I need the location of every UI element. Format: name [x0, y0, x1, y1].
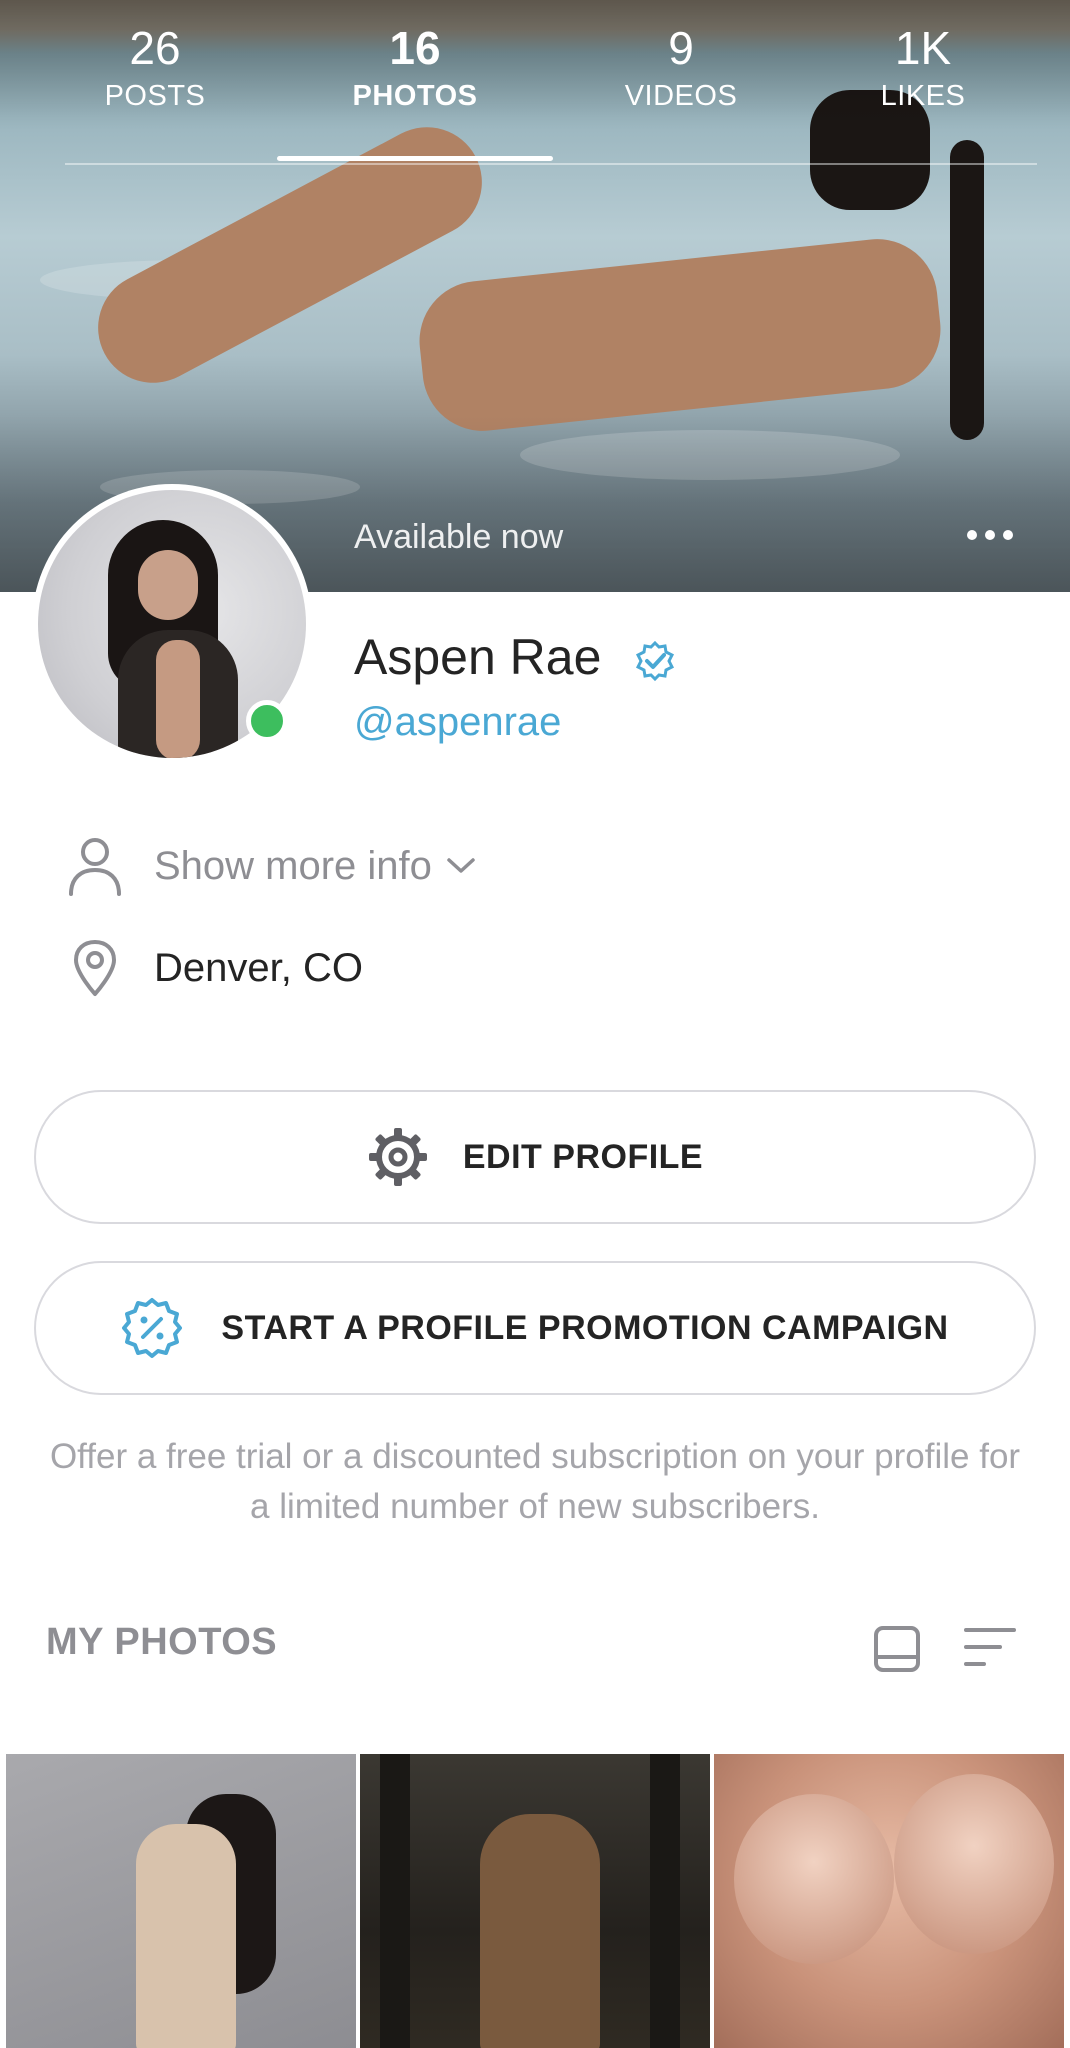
videos-label: VIDEOS	[624, 80, 738, 112]
posts-count: 26	[129, 22, 181, 74]
avatar-face	[138, 550, 198, 620]
thumbnail-figure	[136, 1824, 236, 2048]
availability-status: Available now	[354, 518, 564, 556]
sort-icon[interactable]	[962, 1622, 1018, 1672]
tab-videos[interactable]: 9 VIDEOS	[561, 20, 801, 114]
photo-thumbnail[interactable]	[360, 1754, 710, 2048]
tab-likes[interactable]: 1K LIKES	[803, 20, 1043, 114]
online-status-dot	[246, 700, 288, 742]
photo-thumbnail[interactable]	[6, 1754, 356, 2048]
grid-view-icon[interactable]	[872, 1624, 922, 1674]
tab-posts[interactable]: 26 POSTS	[35, 20, 275, 114]
tab-photos[interactable]: 16 PHOTOS	[295, 20, 535, 114]
location-row: Denver, CO	[62, 938, 363, 998]
active-tab-indicator	[277, 156, 553, 161]
likes-count: 1K	[894, 22, 952, 74]
gear-icon	[367, 1126, 429, 1188]
edit-profile-button[interactable]: EDIT PROFILE	[34, 1090, 1036, 1224]
promotion-campaign-button[interactable]: START A PROFILE PROMOTION CAMPAIGN	[34, 1261, 1036, 1395]
user-icon	[62, 836, 128, 896]
profile-handle[interactable]: @aspenrae	[354, 700, 561, 745]
thumbnail-shape	[894, 1774, 1054, 1954]
tabs-divider	[65, 163, 1037, 165]
show-more-info[interactable]: Show more info	[62, 836, 476, 896]
verified-check-icon	[634, 640, 676, 682]
photos-count: 16	[389, 22, 441, 74]
thumbnail-figure	[480, 1814, 600, 2048]
location-text: Denver, CO	[154, 945, 363, 990]
chevron-down-icon	[446, 856, 476, 876]
avatar-skin	[156, 640, 200, 758]
thumbnail-shape	[734, 1794, 894, 1964]
edit-profile-label: EDIT PROFILE	[462, 1137, 704, 1176]
more-horizontal-icon[interactable]	[962, 520, 1022, 550]
profile-name: Aspen Rae	[354, 629, 602, 685]
my-photos-title: MY PHOTOS	[46, 1621, 278, 1663]
videos-count: 9	[668, 22, 694, 74]
photos-label: PHOTOS	[352, 80, 478, 112]
location-pin-icon	[62, 938, 128, 998]
stats-tabs: 26 POSTS 16 PHOTOS 9 VIDEOS 1K LIKES	[0, 20, 1070, 170]
thumbnail-tree	[380, 1754, 410, 2048]
show-more-info-label: Show more info	[154, 843, 432, 888]
promotion-description: Offer a free trial or a discounted subsc…	[49, 1437, 1021, 1526]
likes-label: LIKES	[880, 80, 966, 112]
posts-label: POSTS	[104, 80, 206, 112]
photo-thumbnail[interactable]	[714, 1754, 1064, 2048]
thumbnail-tree	[650, 1754, 680, 2048]
discount-badge-icon	[121, 1297, 183, 1359]
promotion-campaign-label: START A PROFILE PROMOTION CAMPAIGN	[221, 1308, 949, 1347]
